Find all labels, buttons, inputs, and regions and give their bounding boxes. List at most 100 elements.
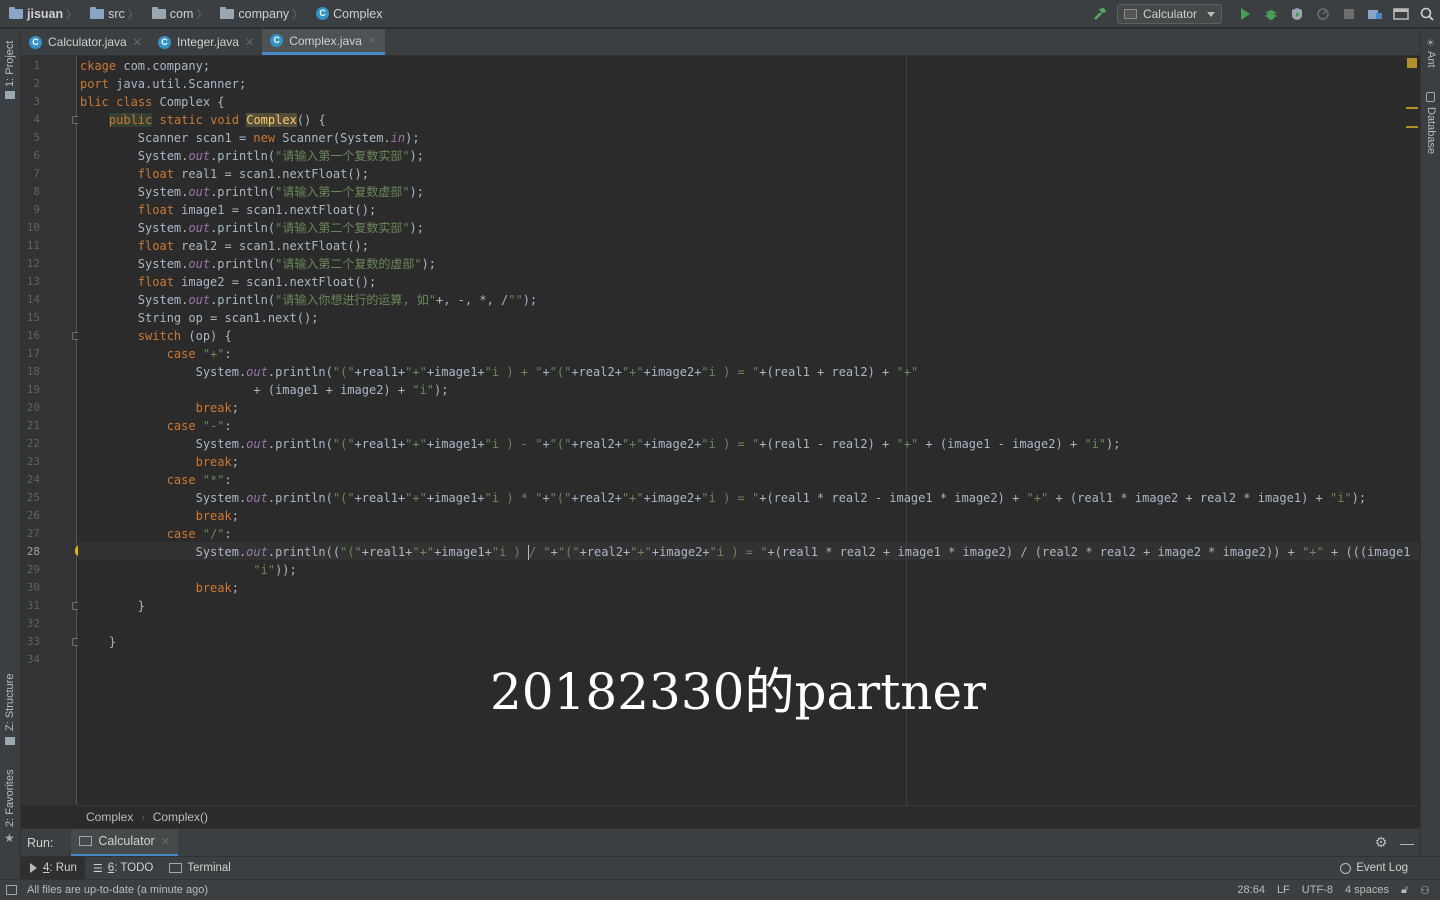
close-icon[interactable]: ✕ xyxy=(245,36,254,49)
event-log-button[interactable]: Event Log xyxy=(1332,857,1440,880)
line-number[interactable]: 14 xyxy=(21,293,40,306)
line-number[interactable]: 29 xyxy=(21,563,40,576)
line-separator[interactable]: LF xyxy=(1277,884,1290,896)
code-line[interactable]: float image2 = scan1.nextFloat(); xyxy=(80,273,376,291)
database-tool-button[interactable]: Database xyxy=(1425,107,1437,154)
code-line[interactable]: case "/": xyxy=(80,525,232,543)
line-number[interactable]: 1 xyxy=(21,59,40,72)
indent-setting[interactable]: 4 spaces xyxy=(1345,884,1389,896)
line-number[interactable]: 16 xyxy=(21,329,40,342)
line-number[interactable]: 25 xyxy=(21,491,40,504)
line-number[interactable]: 31 xyxy=(21,599,40,612)
line-number[interactable]: 8 xyxy=(21,185,40,198)
crumb-com[interactable]: com 〉 xyxy=(143,0,212,28)
code-line[interactable]: System.out.println("请输入第一个复数虚部"); xyxy=(80,183,424,201)
line-number[interactable]: 2 xyxy=(21,77,40,90)
coverage-button[interactable] xyxy=(1284,0,1310,28)
line-number[interactable]: 26 xyxy=(21,509,40,522)
code-line[interactable]: System.out.println("("+real1+"+"+image1+… xyxy=(80,435,1121,453)
inspector-icon[interactable]: ⚇ xyxy=(1420,884,1430,897)
ant-tool-button[interactable]: Ant xyxy=(1425,51,1437,68)
line-number[interactable]: 28 xyxy=(21,545,40,558)
code-line[interactable]: "i")); xyxy=(80,561,296,579)
close-icon[interactable]: ✕ xyxy=(368,34,377,47)
line-number[interactable]: 33 xyxy=(21,635,40,648)
line-number[interactable]: 11 xyxy=(21,239,40,252)
stop-button[interactable] xyxy=(1336,0,1362,28)
file-encoding[interactable]: UTF-8 xyxy=(1302,884,1333,896)
close-icon[interactable]: ✕ xyxy=(133,36,142,49)
line-number[interactable]: 32 xyxy=(21,617,40,630)
profile-button[interactable] xyxy=(1310,0,1336,28)
close-icon[interactable]: ✕ xyxy=(161,835,170,848)
todo-tool-button[interactable]: ☰ 6: TODO xyxy=(85,857,161,880)
code-line[interactable]: System.out.println("("+real1+"+"+image1+… xyxy=(80,363,919,381)
editor-gutter[interactable]: 1 2 3 4 5 6 7 8 9 10 11 12 13 14 15 16 17 18 19 20 21 22 23 24 2… xyxy=(21,56,86,805)
breadcrumb-class[interactable]: Complex xyxy=(86,810,133,824)
code-line[interactable]: public static void Complex() { xyxy=(80,111,326,129)
line-number[interactable]: 15 xyxy=(21,311,40,324)
code-line[interactable]: blic class Complex { xyxy=(80,93,225,111)
run-configuration-select[interactable]: Calculator xyxy=(1116,4,1222,24)
line-number[interactable]: 10 xyxy=(21,221,40,234)
code-line[interactable]: System.out.println("("+real1+"+"+image1+… xyxy=(80,489,1367,507)
line-number[interactable]: 13 xyxy=(21,275,40,288)
code-line[interactable]: } xyxy=(80,597,145,615)
project-structure-button[interactable] xyxy=(1362,0,1388,28)
code-line[interactable]: Scanner scan1 = new Scanner(System.in); xyxy=(80,129,420,147)
unlock-icon[interactable]: 🔓︎ xyxy=(1401,884,1408,897)
line-number[interactable]: 20 xyxy=(21,401,40,414)
line-number[interactable]: 22 xyxy=(21,437,40,450)
code-line[interactable]: break; xyxy=(80,453,239,471)
error-stripe-mark[interactable] xyxy=(1406,107,1418,109)
line-number[interactable]: 23 xyxy=(21,455,40,468)
breadcrumb-method[interactable]: Complex() xyxy=(153,810,208,824)
tab-calculator-java[interactable]: C Calculator.java ✕ xyxy=(21,29,150,55)
line-number[interactable]: 9 xyxy=(21,203,40,216)
line-number[interactable]: 34 xyxy=(21,653,40,666)
structure-tool-button[interactable]: Z: Structure xyxy=(4,674,16,731)
code-line[interactable]: System.out.println("请输入第一个复数实部"); xyxy=(80,147,424,165)
crumb-project[interactable]: jisuan 〉 xyxy=(0,0,81,28)
line-number[interactable]: 3 xyxy=(21,95,40,108)
search-everywhere-button[interactable] xyxy=(1414,0,1440,28)
crumb-company[interactable]: company 〉 xyxy=(211,0,307,28)
run-tool-button[interactable]: 4: Run xyxy=(21,856,85,880)
line-number[interactable]: 6 xyxy=(21,149,40,162)
crumb-src[interactable]: src 〉 xyxy=(81,0,143,28)
code-line[interactable]: float real2 = scan1.nextFloat(); xyxy=(80,237,369,255)
code-line[interactable]: break; xyxy=(80,399,239,417)
gear-icon[interactable]: ⚙ xyxy=(1368,834,1394,851)
favorites-tool-button[interactable]: 2: Favorites xyxy=(4,770,16,827)
line-number[interactable]: 27 xyxy=(21,527,40,540)
code-line[interactable]: switch (op) { xyxy=(80,327,232,345)
debug-button[interactable] xyxy=(1258,0,1284,28)
code-line[interactable]: port java.util.Scanner; xyxy=(80,75,246,93)
line-number[interactable]: 19 xyxy=(21,383,40,396)
code-line[interactable]: } xyxy=(80,633,116,651)
code-line[interactable]: System.out.println("请输入第二个复数实部"); xyxy=(80,219,424,237)
warning-marker[interactable] xyxy=(1407,58,1417,68)
code-line[interactable]: float image1 = scan1.nextFloat(); xyxy=(80,201,376,219)
line-number[interactable]: 5 xyxy=(21,131,40,144)
line-number[interactable]: 7 xyxy=(21,167,40,180)
code-line[interactable]: float real1 = scan1.nextFloat(); xyxy=(80,165,369,183)
code-line[interactable]: + (image1 + image2) + "i"); xyxy=(80,381,448,399)
code-line[interactable]: case "+": xyxy=(80,345,232,363)
crumb-complex[interactable]: C Complex xyxy=(307,0,386,28)
code-line[interactable]: break; xyxy=(80,579,239,597)
line-number[interactable]: 4 xyxy=(21,113,40,126)
code-line[interactable]: case "*": xyxy=(80,471,232,489)
line-number[interactable]: 30 xyxy=(21,581,40,594)
caret-position[interactable]: 28:64 xyxy=(1237,884,1265,896)
project-tool-button[interactable]: 1: Project xyxy=(4,41,16,87)
toggle-tool-windows-icon[interactable] xyxy=(6,885,17,895)
code-line[interactable]: System.out.println("请输入第二个复数的虚部"); xyxy=(80,255,436,273)
line-number[interactable]: 24 xyxy=(21,473,40,486)
minimize-icon[interactable]: — xyxy=(1394,835,1420,851)
terminal-tool-button[interactable]: Terminal xyxy=(161,857,238,880)
code-line[interactable]: ckage com.company; xyxy=(80,57,210,75)
code-line[interactable]: String op = scan1.next(); xyxy=(80,309,319,327)
run-tab-calculator[interactable]: Calculator ✕ xyxy=(71,828,178,857)
line-number[interactable]: 21 xyxy=(21,419,40,432)
